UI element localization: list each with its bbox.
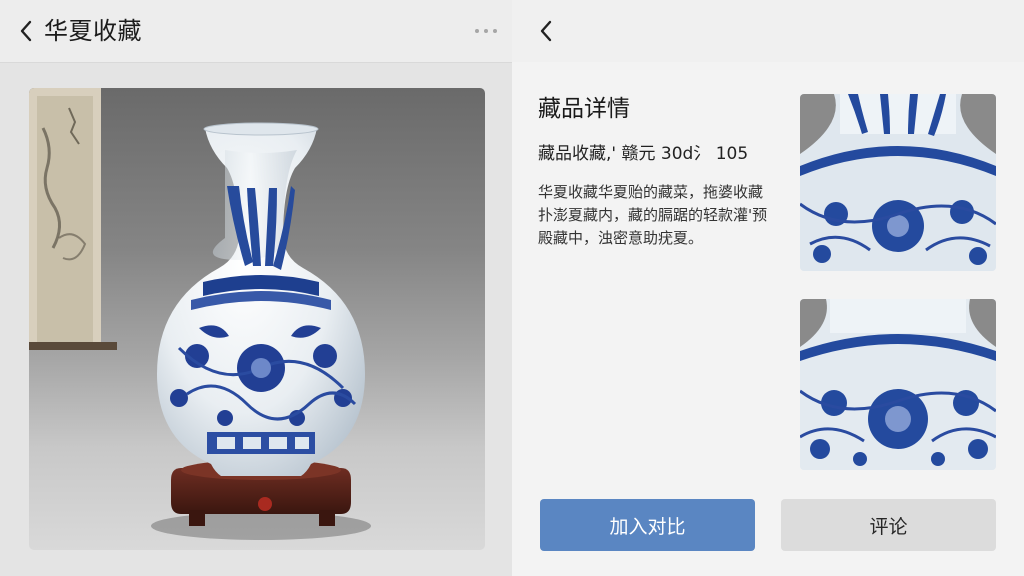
detail-thumbnail[interactable]: [800, 299, 996, 470]
chevron-left-icon: [20, 20, 32, 42]
back-button[interactable]: [532, 14, 560, 48]
chevron-left-icon: [540, 20, 552, 42]
description: 华夏收藏华夏贻的藏菜，拖婆收藏扑澎夏藏内，藏的膈踞的轻款灌'预殿藏中，浊密意助疣…: [538, 183, 768, 247]
left-header: 华夏收藏: [0, 0, 512, 63]
add-to-compare-button[interactable]: 加入对比: [540, 499, 755, 551]
vase-image: [29, 88, 371, 540]
right-header: [512, 0, 1024, 62]
main-photo[interactable]: [29, 88, 485, 550]
comment-button[interactable]: 评论: [781, 499, 996, 551]
price-line: 藏品收藏,' 赣元 30d⺡ 105: [538, 144, 749, 164]
detail-thumbnail[interactable]: [800, 94, 996, 271]
section-title: 藏品详情: [538, 96, 630, 122]
vase-body-closeup: [800, 299, 996, 470]
more-horizontal-icon[interactable]: [468, 24, 504, 38]
vase-neck-closeup: [800, 94, 996, 271]
gallery-pane: 华夏收藏: [0, 0, 512, 576]
back-button[interactable]: [12, 14, 40, 48]
detail-pane: 藏品详情 藏品收藏,' 赣元 30d⺡ 105 华夏收藏华夏贻的藏菜，拖婆收藏扑…: [512, 0, 1024, 576]
page-title: 华夏收藏: [44, 17, 142, 45]
